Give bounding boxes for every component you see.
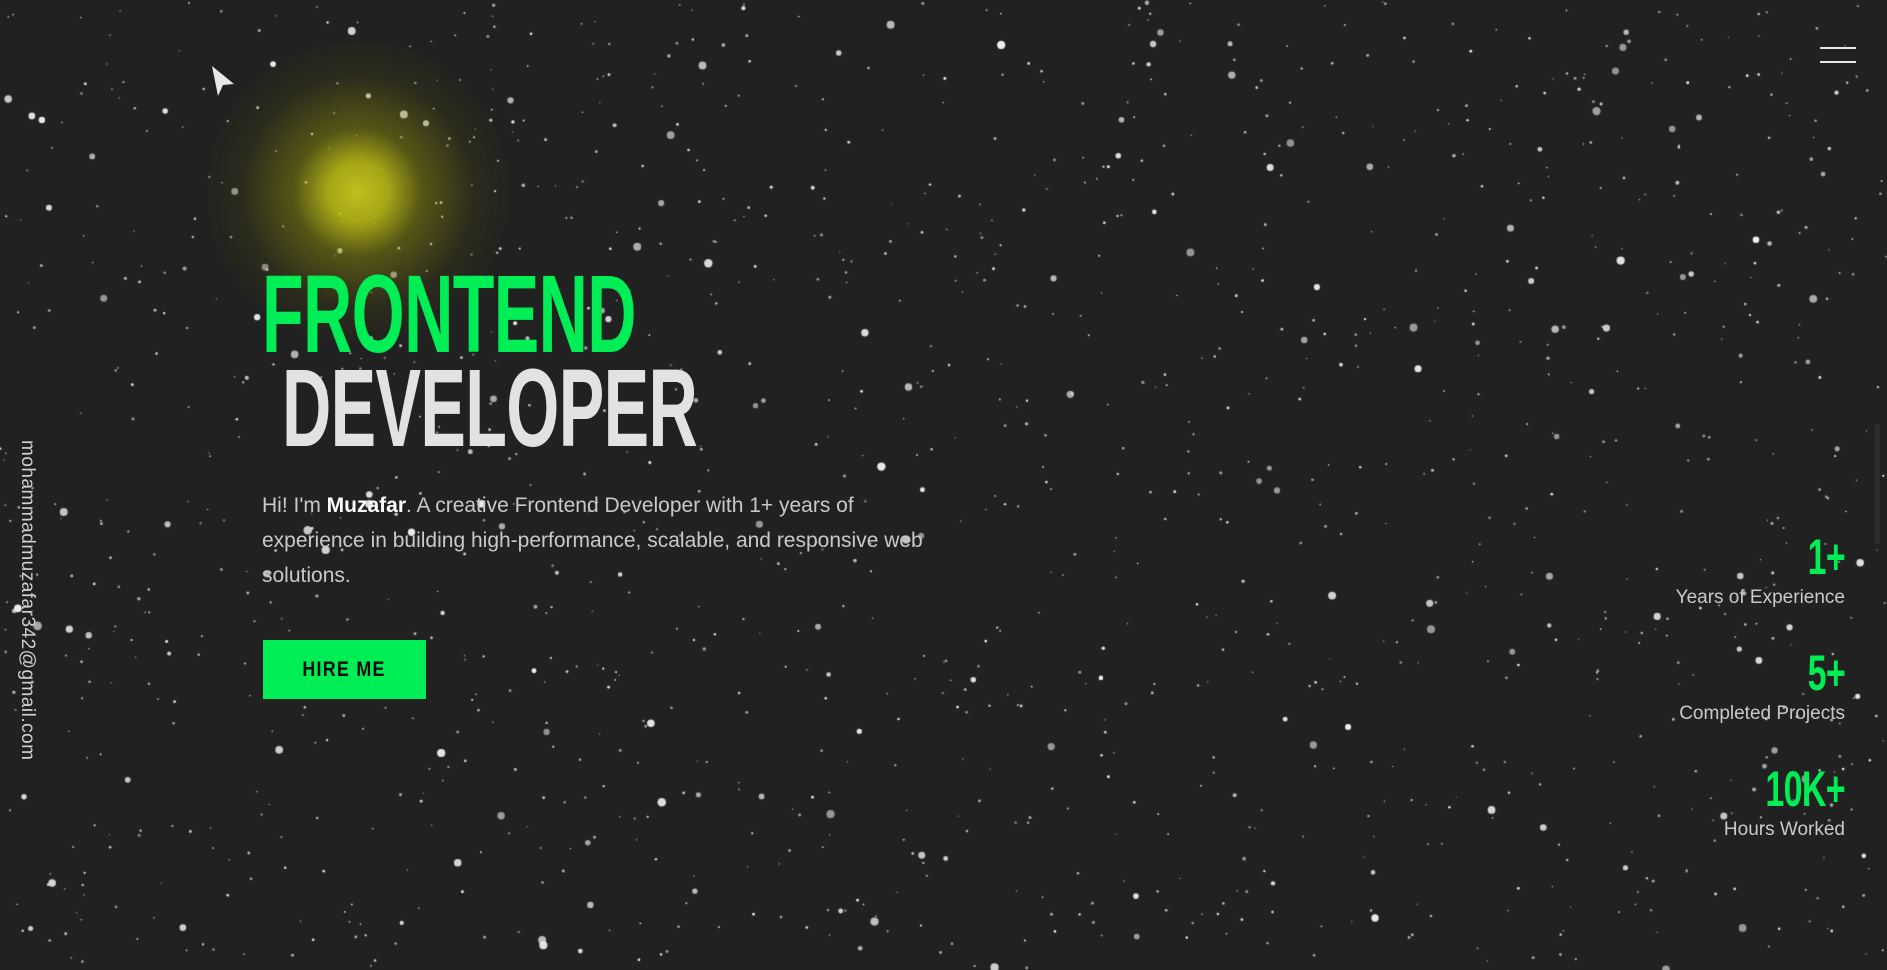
stat-value: 5+ xyxy=(1807,645,1846,701)
stat-label: Hours Worked xyxy=(1723,819,1845,840)
stat-label: Completed Projects xyxy=(1679,703,1845,724)
hero-intro-text: Hi! I'm Muzafar. A creative Frontend Dev… xyxy=(262,488,942,593)
intro-prefix: Hi! I'm xyxy=(262,494,327,517)
pointer-arrow-icon xyxy=(212,66,234,96)
email-link[interactable]: mohammadmuzafar342@gmail.com xyxy=(16,440,38,761)
stat-experience: 1+ Years of Experience xyxy=(1675,528,1846,610)
hire-me-button[interactable]: HIRE ME xyxy=(263,640,426,699)
starfield-background xyxy=(0,0,1887,970)
portfolio-hero-page: mohammadmuzafar342@gmail.com FRONTEND DE… xyxy=(0,0,1887,970)
stat-hours: 10K+ Hours Worked xyxy=(1676,760,1846,842)
stats-panel: 1+ Years of Experience 5+ Completed Proj… xyxy=(1675,528,1846,876)
stat-label: Years of Experience xyxy=(1675,587,1845,608)
stat-projects: 5+ Completed Projects xyxy=(1676,644,1845,726)
hero-title: FRONTEND DEVELOPER xyxy=(262,260,951,470)
hero-title-developer: DEVELOPER xyxy=(282,347,698,470)
intro-name: Muzafar xyxy=(326,494,407,517)
stat-value: 10K+ xyxy=(1765,761,1845,817)
menu-line xyxy=(1820,47,1856,49)
scrollbar[interactable] xyxy=(1875,424,1880,544)
hire-me-label: HIRE ME xyxy=(302,657,387,681)
hamburger-menu-icon[interactable] xyxy=(1818,44,1858,68)
menu-line xyxy=(1820,61,1856,63)
stat-value: 1+ xyxy=(1807,529,1846,585)
